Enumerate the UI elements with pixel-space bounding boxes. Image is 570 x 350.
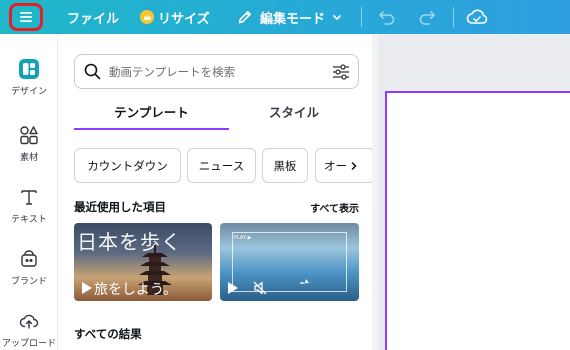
- elements-icon: [16, 122, 42, 148]
- chip-countdown[interactable]: カウントダウン: [74, 148, 181, 183]
- nav-item-upload[interactable]: アップロード: [0, 308, 58, 349]
- template-search-input[interactable]: [109, 64, 332, 79]
- category-chips: カウントダウン ニュース 黒板 オー: [74, 148, 374, 184]
- panel-scroll-track[interactable]: [372, 34, 378, 350]
- all-results-title: すべての結果: [74, 327, 142, 341]
- tab-style[interactable]: スタイル: [229, 100, 359, 132]
- crown-icon: [140, 10, 154, 24]
- recent-template-thumbnail[interactable]: 日本を歩く 旅をしよう。: [74, 223, 212, 301]
- nav-label-elements: 素材: [19, 153, 38, 163]
- nav-item-elements[interactable]: 素材: [0, 122, 58, 163]
- nav-label-brand: ブランド: [10, 277, 47, 287]
- chip-blackboard[interactable]: 黒板: [262, 148, 308, 183]
- nav-label-text: テキスト: [11, 215, 47, 225]
- toolbar-divider: [453, 7, 454, 27]
- nav-item-design[interactable]: デザイン: [0, 56, 58, 97]
- panel-tabs: テンプレート スタイル: [74, 100, 359, 132]
- edit-mode-dropdown[interactable]: 編集モード: [237, 0, 342, 34]
- chevron-down-icon: [332, 14, 342, 21]
- play-icon[interactable]: [227, 281, 239, 295]
- nav-item-brand[interactable]: ブランド: [0, 246, 58, 287]
- chip-news[interactable]: ニュース: [187, 148, 256, 183]
- pencil-icon: [237, 9, 260, 25]
- design-icon: [16, 56, 42, 82]
- cloud-saved-icon[interactable]: [466, 7, 488, 27]
- toolbar-divider: [361, 7, 362, 27]
- nav-item-text[interactable]: テキスト: [0, 184, 58, 225]
- main-menu-button[interactable]: [9, 3, 43, 31]
- chevron-right-icon[interactable]: [350, 161, 358, 171]
- recent-template-thumbnail[interactable]: PLAY ▶: [220, 223, 359, 301]
- undo-icon[interactable]: [378, 9, 396, 25]
- left-navigation: デザイン 素材 テキスト ブランド アップロード: [0, 34, 58, 350]
- search-icon: [84, 63, 101, 80]
- resize-label: リサイズ: [158, 11, 210, 27]
- mute-icon[interactable]: [253, 281, 267, 295]
- chip-more-label: オー: [324, 158, 347, 173]
- templates-panel: テンプレート スタイル カウントダウン ニュース 黒板 オー 最近使用した項目 …: [58, 34, 374, 350]
- top-toolbar: ファイル リサイズ 編集モード: [0, 0, 570, 34]
- chip-more[interactable]: オー: [315, 148, 374, 183]
- thumbnail-play-label: PLAY ▶: [234, 235, 252, 241]
- template-search-box: [74, 54, 359, 89]
- airplane-icon: [300, 279, 316, 284]
- thumbnail-frame: [232, 232, 347, 292]
- see-all-link[interactable]: すべて表示: [310, 200, 359, 215]
- nav-label-upload: アップロード: [1, 339, 56, 349]
- filter-settings-icon[interactable]: [332, 63, 350, 80]
- upload-icon: [16, 308, 42, 334]
- play-icon[interactable]: [81, 281, 93, 295]
- nav-label-design: デザイン: [10, 87, 47, 97]
- thumbnail-subtitle-text: 旅をしよう。: [94, 282, 178, 298]
- file-menu-button[interactable]: ファイル: [67, 0, 119, 34]
- text-icon: [16, 184, 42, 210]
- redo-icon[interactable]: [418, 9, 436, 25]
- edit-mode-label: 編集モード: [260, 11, 326, 27]
- resize-button[interactable]: リサイズ: [140, 0, 210, 34]
- hamburger-menu-icon: [20, 12, 32, 22]
- recent-section-title: 最近使用した項目: [74, 200, 166, 214]
- design-page[interactable]: [385, 91, 570, 350]
- brand-icon: [16, 246, 42, 272]
- file-menu-label: ファイル: [67, 11, 120, 27]
- active-tab-indicator: [74, 128, 229, 130]
